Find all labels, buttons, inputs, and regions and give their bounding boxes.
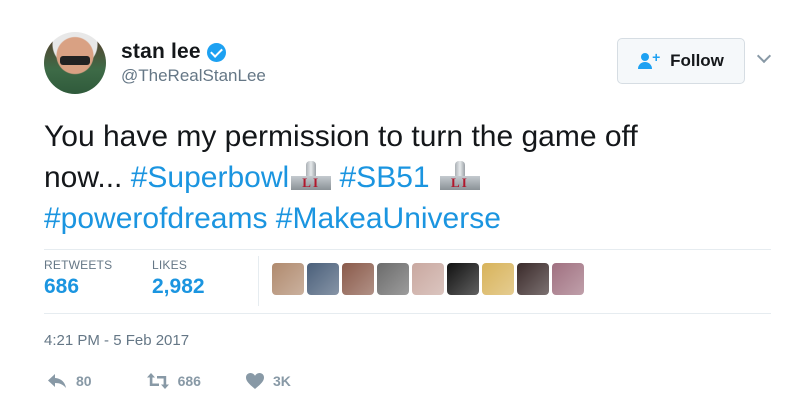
user-name-row: stan lee [121, 40, 226, 64]
add-user-icon: + [638, 49, 664, 70]
reply-count: 80 [76, 373, 92, 389]
stats-separator [258, 256, 259, 306]
retweet-count: 686 [177, 373, 201, 389]
hashtag-superbowl[interactable]: #Superbowl [131, 161, 289, 194]
follow-button[interactable]: + Follow [617, 38, 745, 84]
emoji-roman-numeral: LI [302, 175, 321, 190]
likes-value: 2,982 [152, 275, 205, 298]
super-bowl-li-emoji-icon: LI [439, 161, 480, 193]
retweets-value: 686 [44, 275, 80, 298]
heart-icon [245, 373, 264, 389]
avatar[interactable] [44, 32, 106, 94]
retweet-icon [146, 373, 169, 389]
liker-avatars [272, 263, 587, 295]
likes-label: LIKES [152, 258, 188, 272]
liker-avatar[interactable] [342, 263, 374, 295]
reply-icon [48, 374, 66, 388]
retweets-label: RETWEETS [44, 258, 113, 272]
super-bowl-li-emoji-icon: LI [291, 161, 332, 193]
tweet-line-2: now... #Superbowl LI #SB51 LI [44, 157, 764, 198]
liker-avatar[interactable] [272, 263, 304, 295]
tweet-text: You have my permission to turn the game … [44, 116, 764, 239]
liker-avatar[interactable] [412, 263, 444, 295]
verified-badge-icon [206, 42, 226, 62]
retweet-button[interactable]: 686 [146, 372, 201, 390]
chevron-down-icon[interactable] [756, 50, 772, 66]
timestamp[interactable]: 4:21 PM - 5 Feb 2017 [44, 332, 189, 349]
reply-button[interactable]: 80 [46, 372, 92, 390]
tweet-text-now: now... [44, 161, 131, 194]
display-name[interactable]: stan lee [121, 40, 201, 64]
liker-avatar[interactable] [517, 263, 549, 295]
like-button[interactable]: 3K [245, 372, 291, 390]
stats-divider-top [44, 249, 771, 250]
avatar-glasses [60, 56, 90, 65]
tweet-line-1: You have my permission to turn the game … [44, 120, 638, 153]
hashtag-powerofdreams[interactable]: #powerofdreams [44, 202, 267, 235]
liker-avatar[interactable] [377, 263, 409, 295]
hashtag-sb51[interactable]: #SB51 [340, 161, 430, 194]
stats-divider-bottom [44, 313, 771, 314]
liker-avatar[interactable] [447, 263, 479, 295]
emoji-roman-numeral: LI [451, 175, 469, 190]
retweets-stat[interactable]: RETWEETS 686 [44, 258, 112, 299]
liker-avatar[interactable] [552, 263, 584, 295]
liker-avatar[interactable] [482, 263, 514, 295]
liker-avatar[interactable] [307, 263, 339, 295]
likes-stat[interactable]: LIKES 2,982 [152, 258, 205, 299]
like-count: 3K [272, 373, 291, 389]
tweet-line-3: #powerofdreams #MakeaUniverse [44, 198, 764, 239]
tweet-card: stan lee @TheRealStanLee + Follow You ha… [0, 0, 800, 417]
hashtag-makeauniverse[interactable]: #MakeaUniverse [276, 202, 501, 235]
user-handle[interactable]: @TheRealStanLee [121, 66, 266, 86]
tweet-actions: 80 686 3K [46, 372, 333, 390]
follow-button-label: Follow [670, 51, 724, 70]
